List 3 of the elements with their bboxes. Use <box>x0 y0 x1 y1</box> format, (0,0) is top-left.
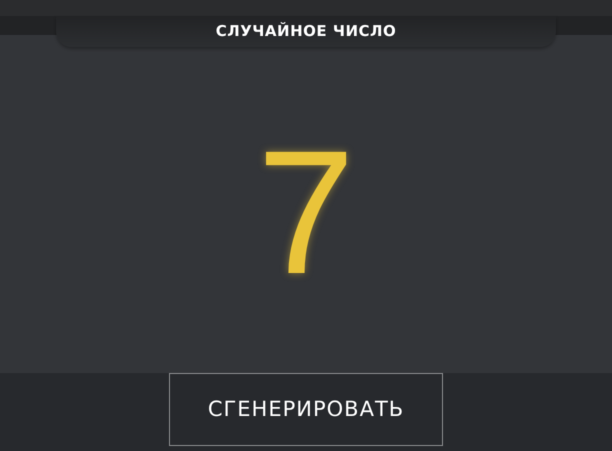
page-title: СЛУЧАЙНОЕ ЧИСЛО <box>216 21 396 42</box>
generate-button[interactable]: СГЕНЕРИРОВАТЬ <box>169 373 443 446</box>
random-number: 7 <box>257 125 355 301</box>
